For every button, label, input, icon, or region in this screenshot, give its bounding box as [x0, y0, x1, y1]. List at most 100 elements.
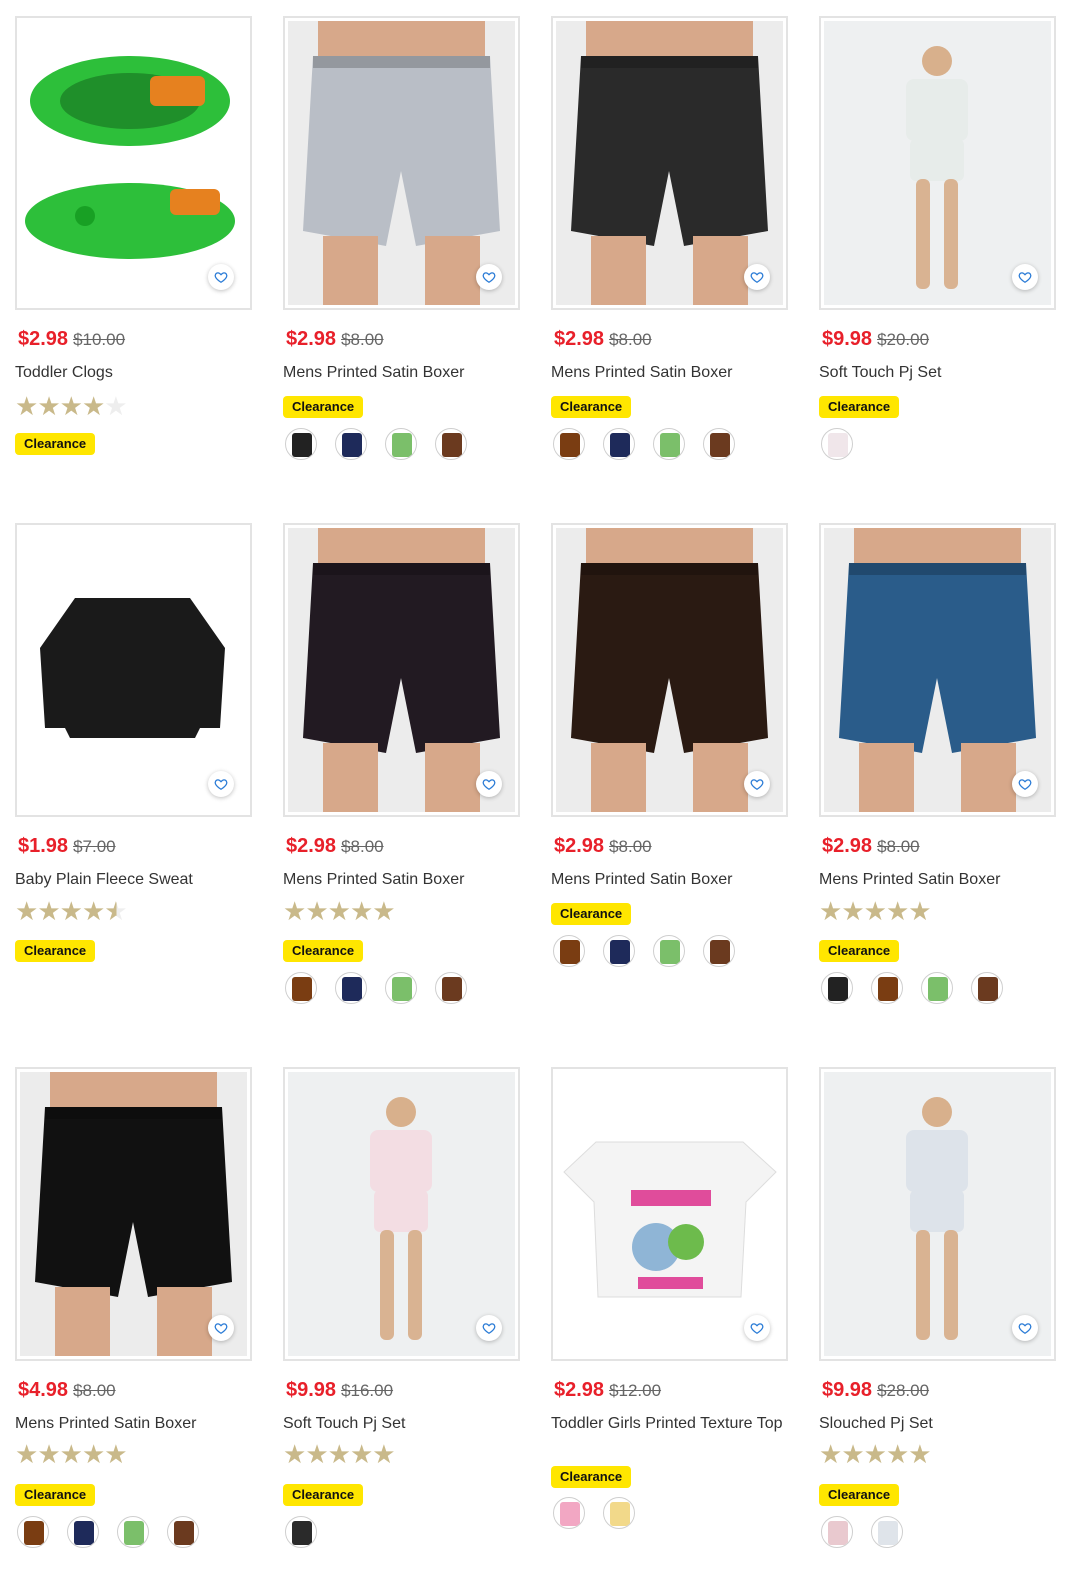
product-title[interactable]: Mens Printed Satin Boxer [283, 870, 520, 889]
colour-swatch[interactable] [435, 972, 467, 1004]
product-image-frame[interactable] [15, 523, 252, 817]
wishlist-button[interactable] [744, 771, 770, 797]
product-image-area[interactable] [20, 1072, 247, 1357]
colour-swatch[interactable] [871, 972, 903, 1004]
product-title[interactable]: Baby Plain Fleece Sweat [15, 870, 252, 889]
wishlist-button[interactable] [1012, 771, 1038, 797]
colour-swatch[interactable] [871, 1516, 903, 1548]
colour-swatch[interactable] [821, 972, 853, 1004]
colour-swatch[interactable] [67, 1516, 99, 1548]
colour-swatch[interactable] [553, 428, 585, 460]
colour-swatch[interactable] [335, 428, 367, 460]
product-card[interactable]: $1.98 $7.00 Baby Plain Fleece Sweat ★★★★★ Cl… [15, 523, 252, 1013]
heart-outline-icon [214, 272, 228, 284]
product-image-frame[interactable] [819, 523, 1056, 817]
product-card[interactable]: $2.98 $10.00 Toddler Clogs ★★★★★ Clearance [15, 16, 252, 506]
product-title[interactable]: Mens Printed Satin Boxer [15, 1414, 252, 1433]
product-image-area[interactable] [824, 1072, 1051, 1356]
colour-swatch[interactable] [921, 972, 953, 1004]
colour-swatch[interactable] [385, 428, 417, 460]
product-image [824, 21, 1051, 305]
product-image-area[interactable] [288, 21, 515, 306]
wishlist-button[interactable] [208, 771, 234, 797]
colour-swatch[interactable] [167, 1516, 199, 1548]
product-card[interactable]: $2.98 $8.00 Mens Printed Satin Boxer Cleara… [551, 523, 788, 1013]
original-price: $8.00 [341, 330, 384, 349]
product-title[interactable]: Mens Printed Satin Boxer [283, 363, 520, 382]
colour-swatch[interactable] [703, 935, 735, 967]
product-title[interactable]: Mens Printed Satin Boxer [551, 363, 788, 382]
product-image-frame[interactable] [551, 1067, 788, 1361]
product-image-area[interactable] [288, 1072, 515, 1356]
product-image-area[interactable] [556, 21, 783, 306]
swatch-thumb [292, 433, 312, 457]
colour-swatch[interactable] [285, 972, 317, 1004]
product-card[interactable]: $2.98 $8.00 Mens Printed Satin Boxer Cleara… [551, 16, 788, 506]
product-image-frame[interactable] [15, 16, 252, 310]
product-card[interactable]: $2.98 $8.00 Mens Printed Satin Boxer ★★★★★ C… [283, 523, 520, 1013]
colour-swatch[interactable] [653, 428, 685, 460]
sale-price: $9.98 [822, 328, 873, 350]
wishlist-button[interactable] [476, 1315, 502, 1341]
colour-swatch[interactable] [553, 1497, 585, 1529]
colour-swatch[interactable] [653, 935, 685, 967]
product-image-area[interactable] [20, 528, 247, 812]
product-title[interactable]: Soft Touch Pj Set [283, 1414, 520, 1433]
product-title[interactable]: Toddler Girls Printed Texture Top [551, 1414, 788, 1433]
colour-swatch[interactable] [603, 1497, 635, 1529]
product-image-area[interactable] [556, 1072, 783, 1356]
product-title[interactable]: Slouched Pj Set [819, 1414, 1056, 1433]
product-image-area[interactable] [824, 528, 1051, 813]
colour-swatch[interactable] [821, 428, 853, 460]
colour-swatch[interactable] [335, 972, 367, 1004]
product-card[interactable]: $9.98 $16.00 Soft Touch Pj Set ★★★★★ Clearan… [283, 1067, 520, 1557]
colour-swatch[interactable] [603, 935, 635, 967]
product-card[interactable]: $4.98 $8.00 Mens Printed Satin Boxer ★★★★★ C… [15, 1067, 252, 1557]
swatch-thumb [828, 1521, 848, 1545]
wishlist-button[interactable] [1012, 264, 1038, 290]
colour-swatch[interactable] [703, 428, 735, 460]
product-image-frame[interactable] [819, 16, 1056, 310]
colour-swatch[interactable] [553, 935, 585, 967]
product-image-frame[interactable] [551, 523, 788, 817]
product-image-area[interactable] [288, 528, 515, 813]
product-image-frame[interactable] [283, 523, 520, 817]
swatch-thumb [660, 433, 680, 457]
wishlist-button[interactable] [476, 264, 502, 290]
colour-swatch[interactable] [285, 1516, 317, 1548]
product-image-frame[interactable] [819, 1067, 1056, 1361]
product-image-area[interactable] [556, 528, 783, 813]
colour-swatch[interactable] [603, 428, 635, 460]
product-card[interactable]: $9.98 $28.00 Slouched Pj Set ★★★★★ Clearance [819, 1067, 1056, 1557]
wishlist-button[interactable] [1012, 1315, 1038, 1341]
product-card[interactable]: $2.98 $8.00 Mens Printed Satin Boxer ★★★★★ C… [819, 523, 1056, 1013]
product-image-frame[interactable] [283, 16, 520, 310]
colour-swatch[interactable] [385, 972, 417, 1004]
heart-outline-icon [214, 779, 228, 791]
colour-swatch[interactable] [285, 428, 317, 460]
product-card[interactable]: $9.98 $20.00 Soft Touch Pj Set Clearance [819, 16, 1056, 506]
product-title[interactable]: Mens Printed Satin Boxer [819, 870, 1056, 889]
product-card[interactable]: $2.98 $12.00 Toddler Girls Printed Texture… [551, 1067, 788, 1557]
wishlist-button[interactable] [208, 1315, 234, 1341]
product-title[interactable]: Soft Touch Pj Set [819, 363, 1056, 382]
product-title[interactable]: Mens Printed Satin Boxer [551, 870, 788, 889]
wishlist-button[interactable] [744, 264, 770, 290]
colour-swatch[interactable] [435, 428, 467, 460]
product-title[interactable]: Toddler Clogs [15, 363, 252, 382]
product-image-area[interactable] [824, 21, 1051, 305]
product-card[interactable]: $2.98 $8.00 Mens Printed Satin Boxer Cleara… [283, 16, 520, 506]
colour-swatch[interactable] [821, 1516, 853, 1548]
wishlist-button[interactable] [744, 1315, 770, 1341]
product-image-frame[interactable] [283, 1067, 520, 1361]
product-image-frame[interactable] [15, 1067, 252, 1361]
colour-swatches [821, 428, 853, 460]
wishlist-button[interactable] [476, 771, 502, 797]
product-image-area[interactable] [20, 21, 247, 305]
colour-swatch[interactable] [117, 1516, 149, 1548]
colour-swatch[interactable] [17, 1516, 49, 1548]
sale-price: $9.98 [822, 1379, 873, 1401]
product-image-frame[interactable] [551, 16, 788, 310]
wishlist-button[interactable] [208, 264, 234, 290]
colour-swatch[interactable] [971, 972, 1003, 1004]
